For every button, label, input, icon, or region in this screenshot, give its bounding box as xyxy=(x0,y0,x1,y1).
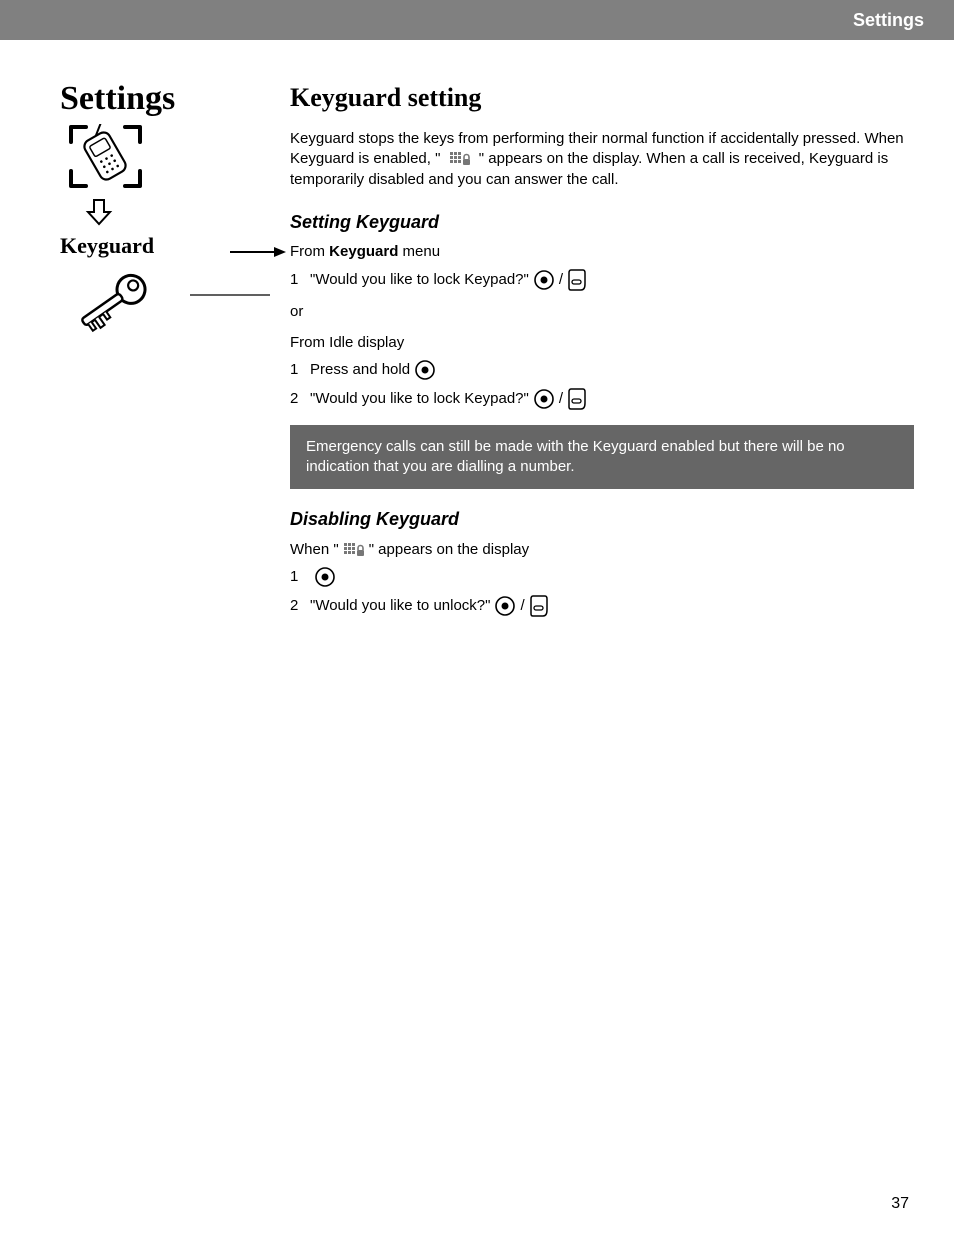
softkey-icon xyxy=(529,594,549,618)
center-button-icon xyxy=(533,388,555,410)
step-text: "Would you like to unlock?" xyxy=(310,596,490,616)
header-title: Settings xyxy=(853,10,924,31)
when-after: " appears on the display xyxy=(369,540,529,560)
pointer-arrow-icon xyxy=(230,245,286,265)
step-number: 1 xyxy=(290,567,310,587)
softkey-icon xyxy=(567,387,587,411)
setting-step-1: 1 "Would you like to lock Keypad?" / xyxy=(290,268,914,292)
main-content: Keyguard setting Keyguard stops the keys… xyxy=(260,80,914,624)
slash: / xyxy=(559,270,563,290)
center-button-icon xyxy=(533,269,555,291)
disabling-step-2: 2 "Would you like to unlock?" / xyxy=(290,594,914,618)
from-suffix: menu xyxy=(398,243,440,260)
idle-step-1: 1 Press and hold xyxy=(290,359,914,381)
step-text: "Would you like to lock Keypad?" xyxy=(310,270,529,290)
center-button-icon xyxy=(494,595,516,617)
keypad-lock-icon xyxy=(343,542,365,558)
setting-keyguard-heading: Setting Keyguard xyxy=(290,210,914,234)
keypad-lock-icon xyxy=(449,151,471,167)
connector-line xyxy=(190,294,270,296)
step-number: 2 xyxy=(290,596,310,616)
note-text: Emergency calls can still be made with t… xyxy=(306,438,845,475)
from-bold: Keyguard xyxy=(329,243,398,260)
disabling-keyguard-heading: Disabling Keyguard xyxy=(290,507,914,531)
step-text: Press and hold xyxy=(310,360,410,380)
center-button-icon xyxy=(414,359,436,381)
sidebar-title: Settings xyxy=(60,80,260,118)
slash: / xyxy=(520,596,524,616)
step-text: "Would you like to lock Keypad?" xyxy=(310,389,529,409)
note-box: Emergency calls can still be made with t… xyxy=(290,425,914,490)
center-button-icon xyxy=(314,566,336,588)
section-heading: Keyguard setting xyxy=(290,80,914,115)
from-keyguard-line: From Keyguard menu xyxy=(290,242,914,262)
step-number: 1 xyxy=(290,360,310,380)
when-line: When " " appears on the display xyxy=(290,540,914,560)
step-number: 1 xyxy=(290,270,310,290)
softkey-icon xyxy=(567,268,587,292)
header-bar: Settings xyxy=(0,0,954,40)
slash: / xyxy=(559,389,563,409)
sidebar: Settings xyxy=(60,80,260,624)
step-number: 2 xyxy=(290,389,310,409)
disabling-step-1: 1 xyxy=(290,566,914,588)
phone-illustration xyxy=(68,124,148,194)
idle-step-2: 2 "Would you like to lock Keypad?" / xyxy=(290,387,914,411)
when-before: When " xyxy=(290,540,339,560)
key-illustration xyxy=(68,267,260,342)
intro-paragraph: Keyguard stops the keys from performing … xyxy=(290,129,914,190)
down-arrow-icon xyxy=(84,198,260,231)
from-prefix: From xyxy=(290,243,329,260)
or-text: or xyxy=(290,302,914,322)
page-number: 37 xyxy=(891,1195,909,1213)
content-wrap: Settings xyxy=(0,40,954,624)
from-idle-line: From Idle display xyxy=(290,333,914,353)
